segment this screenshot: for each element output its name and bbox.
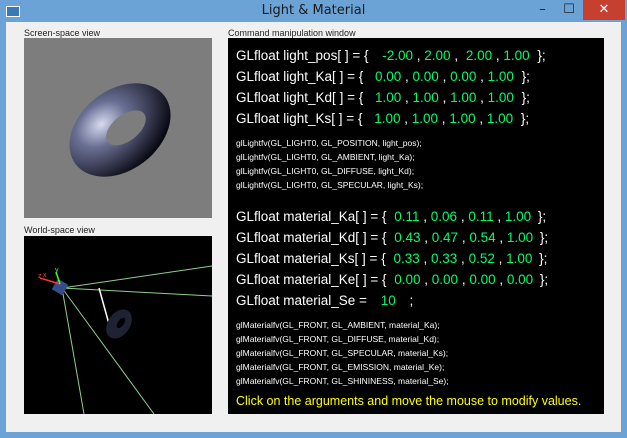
world-scene: z x y xyxy=(38,265,213,415)
command-window-label: Command manipulation window xyxy=(228,28,356,38)
material-call-2: glMaterialfv(GL_FRONT, GL_SPECULAR, mate… xyxy=(236,348,449,358)
minimize-button[interactable]: – xyxy=(529,0,556,20)
svg-text:y: y xyxy=(55,267,59,274)
world-view-label: World-space view xyxy=(24,225,95,235)
light-ks-2[interactable]: 1.00 xyxy=(449,111,475,126)
light-ka-0[interactable]: 0.00 xyxy=(375,69,401,84)
command-window[interactable]: GLfloat light_pos[ ] = { -2.00 , 2.00 , … xyxy=(228,38,604,414)
light-ks-row: GLfloat light_Ks[ ] = { 1.00 , 1.00 , 1.… xyxy=(236,111,530,126)
light-ks-decl: GLfloat light_Ks[ ] = { xyxy=(236,111,363,126)
light-kd-3[interactable]: 1.00 xyxy=(488,90,514,105)
light-ks-0[interactable]: 1.00 xyxy=(374,111,400,126)
light-pos-3[interactable]: 1.00 xyxy=(503,48,529,63)
material-ks-3[interactable]: 1.00 xyxy=(506,251,532,266)
material-ks-decl: GLfloat material_Ks[ ] = { xyxy=(236,251,386,266)
instruction-text: Click on the arguments and move the mous… xyxy=(236,394,582,408)
light-pos-0[interactable]: -2.00 xyxy=(382,48,413,63)
light-pos-decl: GLfloat light_pos[ ] = { xyxy=(236,48,369,63)
light-kd-row: GLfloat light_Kd[ ] = { 1.00 , 1.00 , 1.… xyxy=(236,90,530,105)
material-ka-1[interactable]: 0.06 xyxy=(431,209,457,224)
material-call-4: glMaterialfv(GL_FRONT, GL_SHININESS, mat… xyxy=(236,376,449,386)
material-ka-2[interactable]: 0.11 xyxy=(468,209,493,224)
material-ka-end: }; xyxy=(537,209,547,224)
material-call-3: glMaterialfv(GL_FRONT, GL_EMISSION, mate… xyxy=(236,362,445,372)
material-kd-0[interactable]: 0.43 xyxy=(394,230,420,245)
material-ka-0[interactable]: 0.11 xyxy=(394,209,419,224)
material-kd-row: GLfloat material_Kd[ ] = { 0.43 , 0.47 ,… xyxy=(236,230,549,245)
light-pos-row: GLfloat light_pos[ ] = { -2.00 , 2.00 , … xyxy=(236,48,546,63)
frustum-edge-4 xyxy=(61,287,85,415)
light-ka-end: }; xyxy=(521,69,530,84)
light-pos-2[interactable]: 2.00 xyxy=(466,48,492,63)
material-call-1: glMaterialfv(GL_FRONT, GL_DIFFUSE, mater… xyxy=(236,334,440,344)
screen-view-label: Screen-space view xyxy=(24,28,101,38)
app-window: Light & Material – ☐ ✕ Screen-space view… xyxy=(0,0,627,438)
material-ke-decl: GLfloat material_Ke[ ] = { xyxy=(236,272,387,287)
material-ks-row: GLfloat material_Ks[ ] = { 0.33 , 0.33 ,… xyxy=(236,251,548,266)
light-kd-end: }; xyxy=(521,90,530,105)
material-ks-0[interactable]: 0.33 xyxy=(393,251,419,266)
world-space-view[interactable]: z x y xyxy=(24,236,213,415)
light-kd-2[interactable]: 1.00 xyxy=(450,90,476,105)
material-ka-decl: GLfloat material_Ka[ ] = { xyxy=(236,209,387,224)
light-ks-end: }; xyxy=(520,111,530,126)
frustum-edge-1 xyxy=(61,265,213,289)
material-se-decl: GLfloat material_Se = xyxy=(236,293,367,308)
material-ke-0[interactable]: 0.00 xyxy=(394,272,420,287)
material-ke-row: GLfloat material_Ke[ ] = { 0.00 , 0.00 ,… xyxy=(236,272,549,287)
material-ke-end: }; xyxy=(539,272,549,287)
torus-shape xyxy=(69,83,171,177)
torus-render xyxy=(69,83,171,177)
material-kd-1[interactable]: 0.47 xyxy=(432,230,458,245)
svg-text:z: z xyxy=(38,273,42,280)
material-se-end: ; xyxy=(409,293,414,308)
material-ks-end: }; xyxy=(539,251,548,266)
title-bar[interactable]: Light & Material – ☐ ✕ xyxy=(0,0,627,22)
light-call-1: glLightfv(GL_LIGHT0, GL_AMBIENT, light_K… xyxy=(236,152,415,162)
light-ka-3[interactable]: 1.00 xyxy=(488,69,514,84)
light-pos-end: }; xyxy=(537,48,546,63)
material-ke-1[interactable]: 0.00 xyxy=(432,272,458,287)
material-kd-decl: GLfloat material_Kd[ ] = { xyxy=(236,230,387,245)
light-kd-1[interactable]: 1.00 xyxy=(413,90,439,105)
material-kd-end: }; xyxy=(539,230,549,245)
light-ka-1[interactable]: 0.00 xyxy=(413,69,439,84)
material-ke-3[interactable]: 0.00 xyxy=(507,272,533,287)
material-call-0: glMaterialfv(GL_FRONT, GL_AMBIENT, mater… xyxy=(236,320,440,330)
world-torus xyxy=(106,309,132,339)
material-ka-3[interactable]: 1.00 xyxy=(505,209,531,224)
light-call-3: glLightfv(GL_LIGHT0, GL_SPECULAR, light_… xyxy=(236,180,424,190)
light-ka-row: GLfloat light_Ka[ ] = { 0.00 , 0.00 , 0.… xyxy=(236,69,530,84)
light-call-0: glLightfv(GL_LIGHT0, GL_POSITION, light_… xyxy=(236,138,422,148)
material-se-value[interactable]: 10 xyxy=(381,293,396,308)
light-ks-3[interactable]: 1.00 xyxy=(487,111,513,126)
light-call-2: glLightfv(GL_LIGHT0, GL_DIFFUSE, light_K… xyxy=(236,166,415,176)
material-ka-row: GLfloat material_Ka[ ] = { 0.11 , 0.06 ,… xyxy=(236,209,547,224)
light-ka-2[interactable]: 0.00 xyxy=(450,69,476,84)
light-direction xyxy=(98,287,110,325)
material-kd-3[interactable]: 1.00 xyxy=(507,230,533,245)
frustum-edge-2 xyxy=(61,287,213,297)
light-kd-0[interactable]: 1.00 xyxy=(375,90,401,105)
light-ka-decl: GLfloat light_Ka[ ] = { xyxy=(236,69,364,84)
screen-space-view[interactable] xyxy=(24,38,212,218)
material-ke-2[interactable]: 0.00 xyxy=(469,272,495,287)
close-button[interactable]: ✕ xyxy=(583,0,625,20)
svg-text:x: x xyxy=(43,272,47,279)
material-kd-2[interactable]: 0.54 xyxy=(469,230,495,245)
maximize-button[interactable]: ☐ xyxy=(556,0,582,20)
frustum-edge-3 xyxy=(61,287,155,415)
material-ks-2[interactable]: 0.52 xyxy=(469,251,495,266)
light-pos-1[interactable]: 2.00 xyxy=(424,48,450,63)
material-se-row: GLfloat material_Se = 10 ; xyxy=(236,293,413,308)
light-kd-decl: GLfloat light_Kd[ ] = { xyxy=(236,90,364,105)
light-ks-1[interactable]: 1.00 xyxy=(412,111,438,126)
material-ks-1[interactable]: 0.33 xyxy=(431,251,457,266)
